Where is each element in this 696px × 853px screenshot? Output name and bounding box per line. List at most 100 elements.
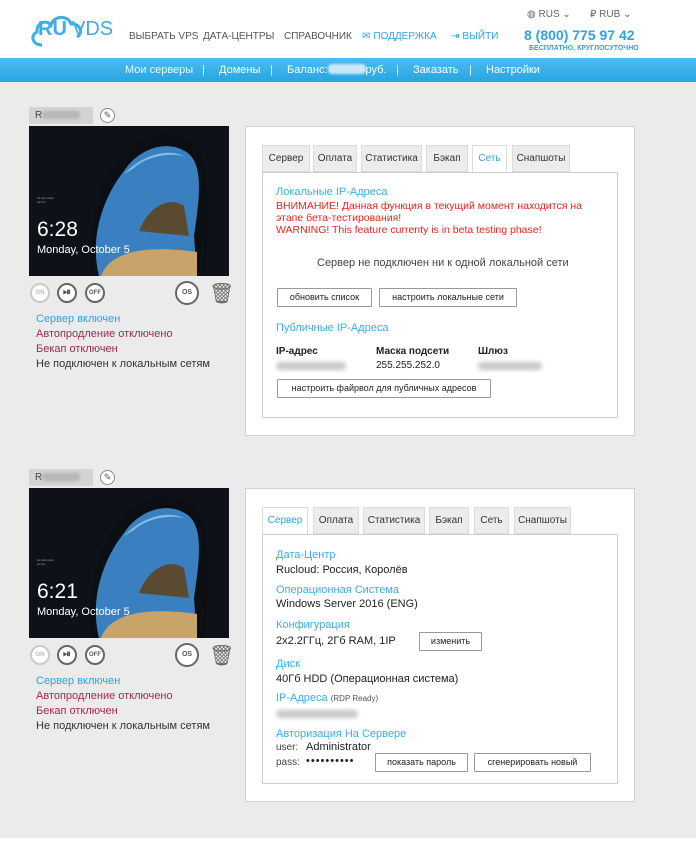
support-label: ПОДДЕРЖКА — [373, 31, 437, 42]
edit-name-icon[interactable]: ✎ — [100, 108, 115, 123]
edit-name-icon[interactable]: ✎ — [100, 470, 115, 485]
ip-title: IP-Адреса (RDP Ready) — [276, 692, 379, 704]
pass-label: pass: — [276, 757, 300, 768]
logout-label: ВЫЙТИ — [462, 31, 499, 42]
balance-unit: руб. — [365, 64, 387, 76]
local-ip-title: Локальные IP-Адреса — [276, 186, 388, 198]
tab-payment[interactable]: Оплата — [313, 145, 357, 172]
tab-snapshots[interactable]: Снапшоты — [512, 145, 570, 172]
screen-small-text: ▪▪▪ ▪▪▪▪▪ ▪▪▪▪▪▪ ▪▪▪▪ ▪▪▪ — [37, 196, 54, 204]
header: RU VDS ВЫБРАТЬ VPS ДАТА-ЦЕНТРЫ СПРАВОЧНИ… — [0, 0, 696, 58]
restart-icon[interactable]: ⏯ — [57, 283, 77, 303]
nav-choose-vps[interactable]: ВЫБРАТЬ VPS — [129, 31, 198, 42]
server-name-redacted — [42, 111, 81, 120]
subnav-order[interactable]: Заказать — [413, 64, 459, 76]
datacenter-value: Rucloud: Россия, Королёв — [276, 564, 408, 576]
auth-title: Авторизация На Сервере — [276, 728, 407, 740]
tab-backup[interactable]: Бэкап — [429, 507, 469, 534]
server-name: R — [29, 107, 93, 124]
currency-select[interactable]: ₽ RUB ⌄ — [590, 9, 631, 20]
tab-statistics[interactable]: Статистика — [361, 145, 422, 172]
col-subnet-mask: Маска подсети — [376, 346, 450, 357]
change-config-button[interactable]: изменить — [419, 632, 482, 651]
subnav-separator: | — [396, 64, 399, 76]
public-ip-title: Публичные IP-Адреса — [276, 322, 389, 334]
chevron-down-icon: ⌄ — [623, 9, 632, 20]
beta-warning-en: WARNING! This feature currenty is in bet… — [276, 224, 542, 236]
user-value: Administrator — [306, 741, 371, 753]
setup-local-networks-button[interactable]: настроить локальные сети — [379, 288, 517, 307]
screen-small-text: ▪▪▪ ▪▪▪▪▪ ▪▪▪▪▪▪ ▪▪▪▪ ▪▪▪ — [37, 558, 54, 566]
status-power: Сервер включен — [36, 675, 121, 687]
os-title: Операционная Система — [276, 584, 400, 596]
ip-address-redacted — [276, 710, 358, 718]
disk-value: 40Гб HDD (Операционная система) — [276, 673, 459, 685]
nav-logout[interactable]: ⇥ ВЫЙТИ — [451, 31, 498, 42]
user-label: user: — [276, 742, 299, 753]
gateway-redacted — [478, 362, 542, 370]
beta-warning-ru-2: этапе бета-тестирования! — [276, 212, 402, 224]
reinstall-os-icon[interactable]: OS — [175, 281, 199, 305]
show-password-button[interactable]: показать пароль — [375, 753, 468, 772]
password-masked: •••••••••• — [306, 755, 355, 767]
no-local-network-text: Сервер не подключен ни к одной локальной… — [317, 257, 569, 269]
restart-icon[interactable]: ⏯ — [57, 645, 77, 665]
tab-backup[interactable]: Бэкап — [426, 145, 468, 172]
logo-ru: RU — [38, 18, 67, 40]
generate-password-button[interactable]: сгенерировать новый — [474, 753, 591, 772]
beta-warning-ru-1: ВНИМАНИЕ! Данная функция в текущий момен… — [276, 200, 582, 212]
power-on-button[interactable]: ON — [30, 283, 50, 303]
trash-icon[interactable]: 🗑 — [209, 281, 234, 306]
language-select[interactable]: ◍ RUS ⌄ — [527, 9, 571, 20]
screen-date: Monday, October 5 — [37, 244, 130, 256]
tab-server[interactable]: Сервер — [262, 145, 310, 172]
tab-snapshots[interactable]: Снапшоты — [514, 507, 571, 534]
server-name: R — [29, 469, 93, 486]
trash-icon[interactable]: 🗑 — [209, 643, 234, 668]
tab-network[interactable]: Сеть — [474, 507, 509, 534]
balance-label: Баланс: — [287, 64, 328, 76]
subnav-my-servers[interactable]: Мои серверы — [125, 64, 193, 76]
page-bottom — [0, 838, 696, 853]
disk-title: Диск — [276, 658, 300, 670]
refresh-list-button[interactable]: обновить список — [277, 288, 372, 307]
power-off-button[interactable]: OFF — [85, 283, 105, 303]
config-title: Конфигурация — [276, 619, 350, 631]
status-backup: Бекап отключен — [36, 705, 118, 717]
reinstall-os-icon[interactable]: OS — [175, 643, 199, 667]
server-screen-preview[interactable]: ▪▪▪ ▪▪▪▪▪ ▪▪▪▪▪▪ ▪▪▪▪ ▪▪▪ 6:21 Monday, Oc… — [29, 488, 229, 638]
subnav-settings[interactable]: Настройки — [486, 64, 540, 76]
status-backup: Бекап отключен — [36, 343, 118, 355]
power-on-button[interactable]: ON — [30, 645, 50, 665]
screen-date: Monday, October 5 — [37, 606, 130, 618]
server-name-redacted — [42, 473, 81, 482]
setup-firewall-button[interactable]: настроить файрвол для публичных адресов — [277, 379, 491, 398]
language-value: RUS — [538, 9, 560, 20]
phone-note: БЕСПЛАТНО, КРУГЛОСУТОЧНО — [529, 45, 639, 52]
tab-network[interactable]: Сеть — [472, 145, 507, 174]
server-screen-preview[interactable]: ▪▪▪ ▪▪▪▪▪ ▪▪▪▪▪▪ ▪▪▪▪ ▪▪▪ 6:28 Monday, Oc… — [29, 126, 229, 276]
phone-number[interactable]: 8 (800) 775 97 42 — [524, 27, 635, 43]
power-off-button[interactable]: OFF — [85, 645, 105, 665]
screen-time: 6:21 — [37, 580, 78, 603]
subnav-domains[interactable]: Домены — [219, 64, 260, 76]
sub-navigation: Мои серверы | Домены | Баланс: руб. | Зак… — [0, 58, 696, 82]
ip-address-redacted — [276, 362, 346, 370]
balance-value-redacted — [327, 64, 366, 74]
status-network: Не подключен к локальным сетям — [36, 358, 210, 370]
subnav-separator: | — [202, 64, 205, 76]
subnet-mask-value: 255.255.252.0 — [376, 360, 440, 371]
nav-support[interactable]: ✉ ПОДДЕРЖКА — [362, 31, 437, 42]
nav-reference[interactable]: СПРАВОЧНИК — [284, 31, 352, 42]
nav-datacenters[interactable]: ДАТА-ЦЕНТРЫ — [203, 31, 274, 42]
subnav-balance[interactable]: Баланс: руб. — [287, 64, 387, 76]
status-autorenew: Автопродление отключено — [36, 328, 173, 340]
tab-server[interactable]: Сервер — [262, 507, 308, 536]
ruble-icon: ₽ — [590, 9, 597, 20]
datacenter-title: Дата-Центр — [276, 549, 336, 561]
mail-icon: ✉ — [362, 31, 371, 42]
currency-value: RUB — [599, 9, 621, 20]
tab-payment[interactable]: Оплата — [313, 507, 359, 534]
config-value: 2x2.2ГГц, 2Гб RAM, 1IP — [276, 635, 396, 647]
tab-statistics[interactable]: Статистика — [363, 507, 425, 534]
